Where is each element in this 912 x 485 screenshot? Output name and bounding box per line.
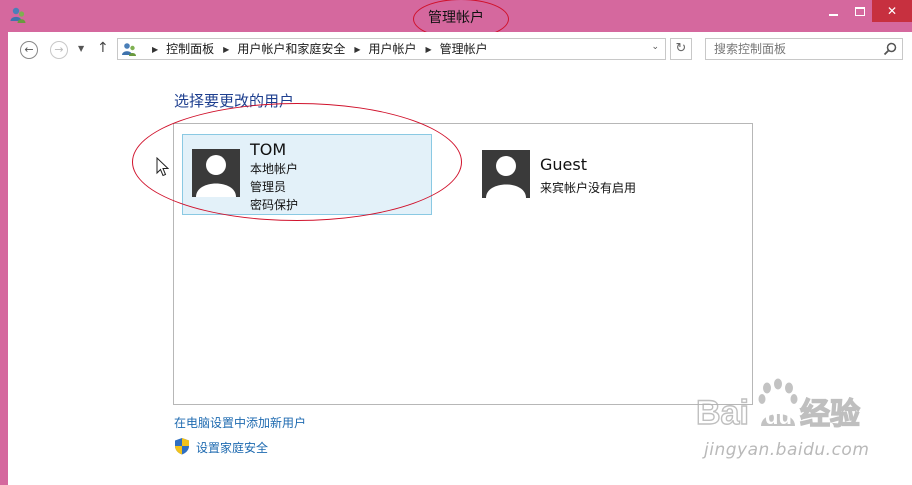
navigation-bar: ← → ▼ ↑ ▶ 控制面板 ▶ 用户帐户和家庭安全 ▶ 用户帐户 ▶ 管理帐户 ⌄ ↻ [8,32,912,66]
baidu-jingyan-watermark: Bai du 经验 jingyan.baidu.com [696,374,906,470]
account-type: 本地帐户 [250,162,299,176]
user-avatar-icon [482,150,530,198]
breadcrumb-user-accounts[interactable]: 用户帐户 [369,42,417,56]
watermark-url: jingyan.baidu.com [704,440,870,460]
chevron-down-icon: ⌄ [651,42,659,52]
breadcrumb-control-panel[interactable]: 控制面板 [166,42,214,56]
account-name: Guest [540,155,587,174]
user-accounts-location-icon [122,43,136,56]
breadcrumb-separator-icon[interactable]: ▶ [354,40,360,60]
up-arrow-icon: ↑ [97,40,109,56]
breadcrumb-separator-icon[interactable]: ▶ [152,40,158,60]
family-safety-link[interactable]: 设置家庭安全 [196,439,268,456]
minimize-icon [828,13,838,16]
mouse-cursor-icon [156,157,170,177]
account-tile-tom[interactable]: TOM 本地帐户 管理员 密码保护 [182,134,432,215]
breadcrumb: ▶ 控制面板 ▶ 用户帐户和家庭安全 ▶ 用户帐户 ▶ 管理帐户 [143,39,488,59]
account-tile-guest[interactable]: Guest 来宾帐户没有启用 [482,149,702,201]
address-bar[interactable]: ▶ 控制面板 ▶ 用户帐户和家庭安全 ▶ 用户帐户 ▶ 管理帐户 ⌄ [117,38,666,60]
forward-button[interactable]: → [50,41,68,59]
recent-locations-dropdown[interactable]: ▼ [78,44,84,53]
page-heading: 选择要更改的用户 [174,92,295,110]
account-status: 来宾帐户没有启用 [540,181,637,195]
back-button[interactable]: ← [20,41,38,59]
baidu-jingyan-logo: Bai du 经验 [696,378,861,433]
account-role: 管理员 [250,180,287,194]
maximize-icon [855,7,865,16]
breadcrumb-separator-icon[interactable]: ▶ [426,40,432,60]
close-icon: ✕ [886,4,898,18]
user-avatar-icon [192,149,240,197]
add-new-user-link[interactable]: 在电脑设置中添加新用户 [174,414,306,431]
refresh-button[interactable]: ↻ [670,38,692,60]
svg-text:du: du [765,404,792,429]
breadcrumb-user-accounts-family-safety[interactable]: 用户帐户和家庭安全 [237,42,345,56]
maximize-button[interactable] [847,0,873,22]
up-level-button[interactable]: ↑ [97,40,109,56]
title-bar[interactable]: 管理帐户 ✕ [0,0,912,39]
breadcrumb-separator-icon[interactable]: ▶ [223,40,229,60]
search-icon[interactable] [883,42,897,56]
back-arrow-icon: ← [24,43,34,56]
account-name: TOM [250,140,287,159]
svg-text:Bai: Bai [696,394,749,432]
search-box[interactable] [705,38,903,60]
svg-text:经验: 经验 [800,397,860,432]
search-input[interactable] [714,41,874,57]
chevron-down-icon: ▼ [78,44,85,53]
account-password-status: 密码保护 [250,198,299,212]
address-dropdown-button[interactable]: ⌄ [651,42,659,52]
close-button[interactable]: ✕ [872,0,912,22]
control-panel-window: 管理帐户 ✕ ← → ▼ ↑ ▶ 控制面板 ▶ 用户帐户和家庭安全 ▶ 用户帐户 ▶ 管理帐户 [0,0,912,485]
refresh-icon: ↻ [675,41,687,56]
breadcrumb-manage-accounts[interactable]: 管理帐户 [440,42,488,56]
forward-arrow-icon: → [54,43,64,56]
minimize-button[interactable] [820,0,846,22]
uac-shield-icon [175,438,189,455]
